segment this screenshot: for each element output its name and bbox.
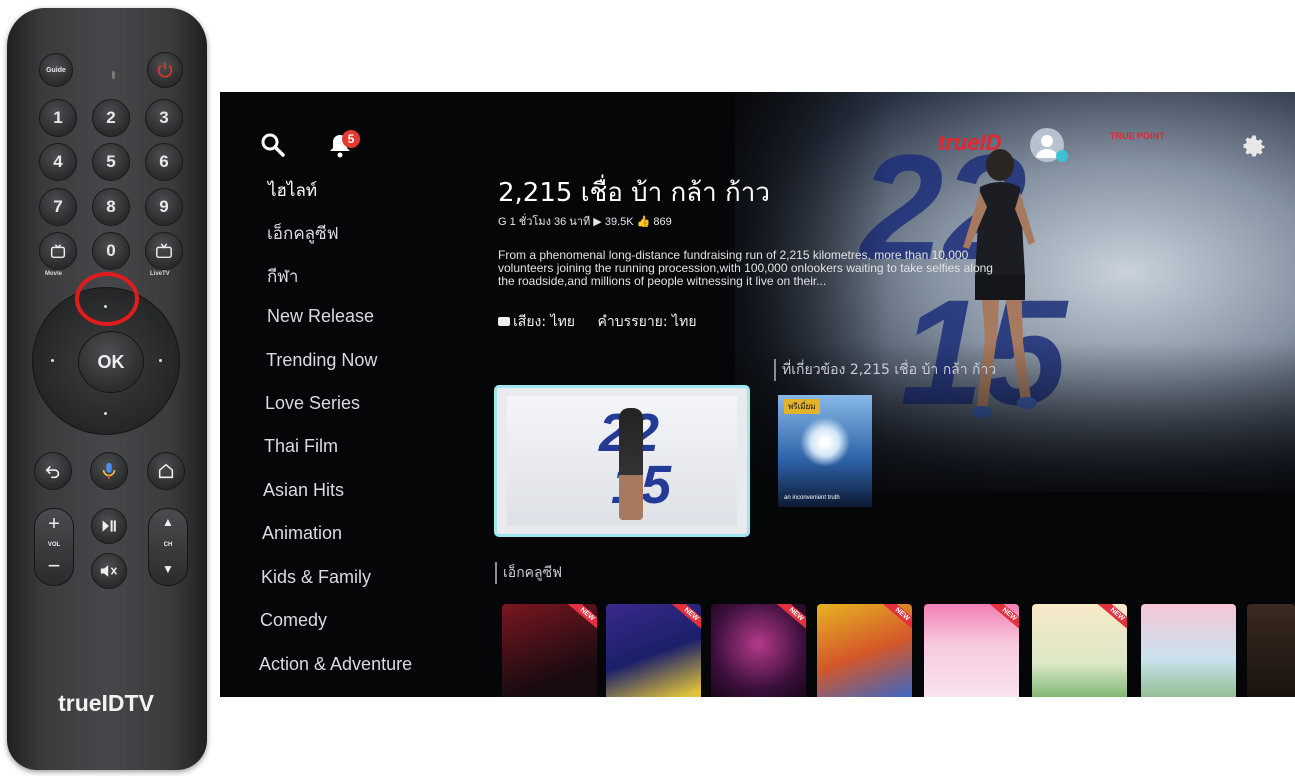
- related-thumbnail: 22 15: [507, 396, 737, 526]
- language-info: เสียง: ไทย คำบรรยาย: ไทย: [498, 311, 697, 333]
- key-5[interactable]: 5: [92, 143, 130, 181]
- content-description: From a phenomenal long-distance fundrais…: [498, 248, 993, 288]
- exclusive-thumb-8[interactable]: [1247, 604, 1295, 697]
- settings-gear-icon[interactable]: [1240, 132, 1268, 160]
- poster-caption: an inconvenient truth: [784, 495, 840, 501]
- nav-highlight[interactable]: ไฮไลท์: [268, 177, 317, 204]
- power-button[interactable]: [147, 52, 183, 88]
- movie-label: Movie: [45, 271, 63, 277]
- microphone-icon: [102, 462, 116, 480]
- volume-down-icon: −: [47, 553, 61, 578]
- new-badge: NEW: [880, 604, 912, 634]
- nav-trending-now[interactable]: Trending Now: [266, 350, 377, 371]
- nav-kids-family[interactable]: Kids & Family: [261, 567, 371, 588]
- subtitle-language: คำบรรยาย: ไทย: [597, 314, 697, 330]
- volume-up-icon: +: [48, 513, 60, 535]
- highlight-circle: [75, 272, 139, 326]
- key-7[interactable]: 7: [39, 188, 77, 226]
- key-9[interactable]: 9: [145, 188, 183, 226]
- volume-label: VOL: [47, 542, 61, 548]
- home-button[interactable]: [147, 452, 185, 490]
- voice-button[interactable]: [90, 452, 128, 490]
- back-icon: [45, 465, 60, 479]
- channel-label: CH: [163, 542, 173, 548]
- exclusive-thumb-4[interactable]: NEW: [817, 604, 912, 697]
- premium-tag: พรีเมี่ยม: [784, 399, 820, 414]
- exclusive-section-label: เอ็กคลูซีฟ: [495, 562, 562, 584]
- audio-language: เสียง: ไทย: [513, 314, 576, 330]
- livetv-label: LiveTV: [150, 271, 170, 277]
- exclusive-thumb-1[interactable]: NEW: [502, 604, 597, 697]
- nav-animation[interactable]: Animation: [262, 523, 342, 544]
- nav-action-adventure[interactable]: Action & Adventure: [259, 654, 412, 675]
- channel-down-icon: ▼: [162, 562, 174, 576]
- dpad-right[interactable]: [159, 359, 162, 362]
- back-button[interactable]: [34, 452, 72, 490]
- home-icon: [158, 463, 174, 479]
- related-item-poster[interactable]: พรีเมี่ยม an inconvenient truth: [778, 395, 872, 507]
- notification-button[interactable]: 5: [328, 130, 364, 160]
- nav-exclusive[interactable]: เอ็กคลูซีฟ: [267, 220, 339, 247]
- new-badge: NEW: [774, 604, 806, 634]
- new-badge: NEW: [1095, 604, 1127, 634]
- key-4[interactable]: 4: [39, 143, 77, 181]
- remote-brand-logo: trueIDTV: [58, 690, 154, 716]
- movie-icon: [50, 244, 66, 259]
- livetv-button[interactable]: [145, 232, 183, 270]
- nav-comedy[interactable]: Comedy: [260, 610, 327, 631]
- thumb-runner: [619, 408, 643, 520]
- nav-new-release[interactable]: New Release: [267, 306, 374, 327]
- nav-sports[interactable]: กีฬา: [267, 263, 298, 290]
- new-badge: NEW: [669, 604, 701, 634]
- mute-icon: [100, 565, 117, 577]
- ok-button[interactable]: OK: [78, 331, 144, 393]
- play-pause-button[interactable]: [91, 508, 127, 544]
- channel-up-icon: ▲: [162, 515, 174, 529]
- key-3[interactable]: 3: [145, 99, 183, 137]
- tv-screen: 22 15 5 ไฮไลท์ เอ็กคลูซีฟ กีฬา New Relea…: [220, 92, 1295, 697]
- key-2[interactable]: 2: [92, 99, 130, 137]
- caption-icon: [498, 317, 510, 326]
- key-6[interactable]: 6: [145, 143, 183, 181]
- nav-asian-hits[interactable]: Asian Hits: [263, 480, 344, 501]
- tv-icon: [156, 243, 172, 259]
- exclusive-thumb-2[interactable]: NEW: [606, 604, 701, 697]
- dpad-left[interactable]: [51, 359, 54, 362]
- poster-swirl: [800, 417, 850, 467]
- play-pause-icon: [102, 520, 116, 532]
- trueid-logo: trueID: [938, 130, 1002, 155]
- page-title: 2,215 เชื่อ บ้า กล้า ก้าว: [498, 178, 770, 208]
- true-point-logo[interactable]: TRUE POINT: [1110, 132, 1170, 141]
- dpad-down[interactable]: [104, 412, 107, 415]
- tv-remote: Guide 1 2 3 4 5 6 7 8 9 0 Movie LiveTV O…: [7, 8, 207, 770]
- new-badge: NEW: [987, 604, 1019, 634]
- key-0[interactable]: 0: [92, 232, 130, 270]
- movie-button[interactable]: [39, 232, 77, 270]
- content-meta: G 1 ชั่วโมง 36 นาที ▶ 39.5K 👍 869: [498, 216, 672, 228]
- exclusive-thumb-5[interactable]: NEW: [924, 604, 1019, 697]
- notification-badge: 5: [342, 130, 360, 148]
- indicator-led: [112, 71, 115, 79]
- search-icon[interactable]: [260, 132, 286, 158]
- mute-button[interactable]: [91, 553, 127, 589]
- exclusive-thumb-3[interactable]: NEW: [711, 604, 806, 697]
- channel-rocker[interactable]: ▲ CH ▼: [148, 508, 188, 586]
- exclusive-thumb-6[interactable]: NEW: [1032, 604, 1127, 697]
- nav-love-series[interactable]: Love Series: [265, 393, 360, 414]
- key-1[interactable]: 1: [39, 99, 77, 137]
- profile-status-dot: [1056, 150, 1068, 162]
- new-badge: NEW: [565, 604, 597, 634]
- volume-rocker[interactable]: + VOL −: [34, 508, 74, 586]
- exclusive-thumb-7[interactable]: [1141, 604, 1236, 697]
- nav-thai-film[interactable]: Thai Film: [264, 436, 338, 457]
- related-item-selected[interactable]: 22 15: [494, 385, 750, 537]
- power-icon: [157, 62, 173, 78]
- related-section-label: ที่เกี่ยวข้อง 2,215 เชื่อ บ้า กล้า ก้าว: [774, 359, 996, 381]
- guide-button[interactable]: Guide: [39, 53, 73, 87]
- profile-avatar[interactable]: [1030, 128, 1068, 162]
- key-8[interactable]: 8: [92, 188, 130, 226]
